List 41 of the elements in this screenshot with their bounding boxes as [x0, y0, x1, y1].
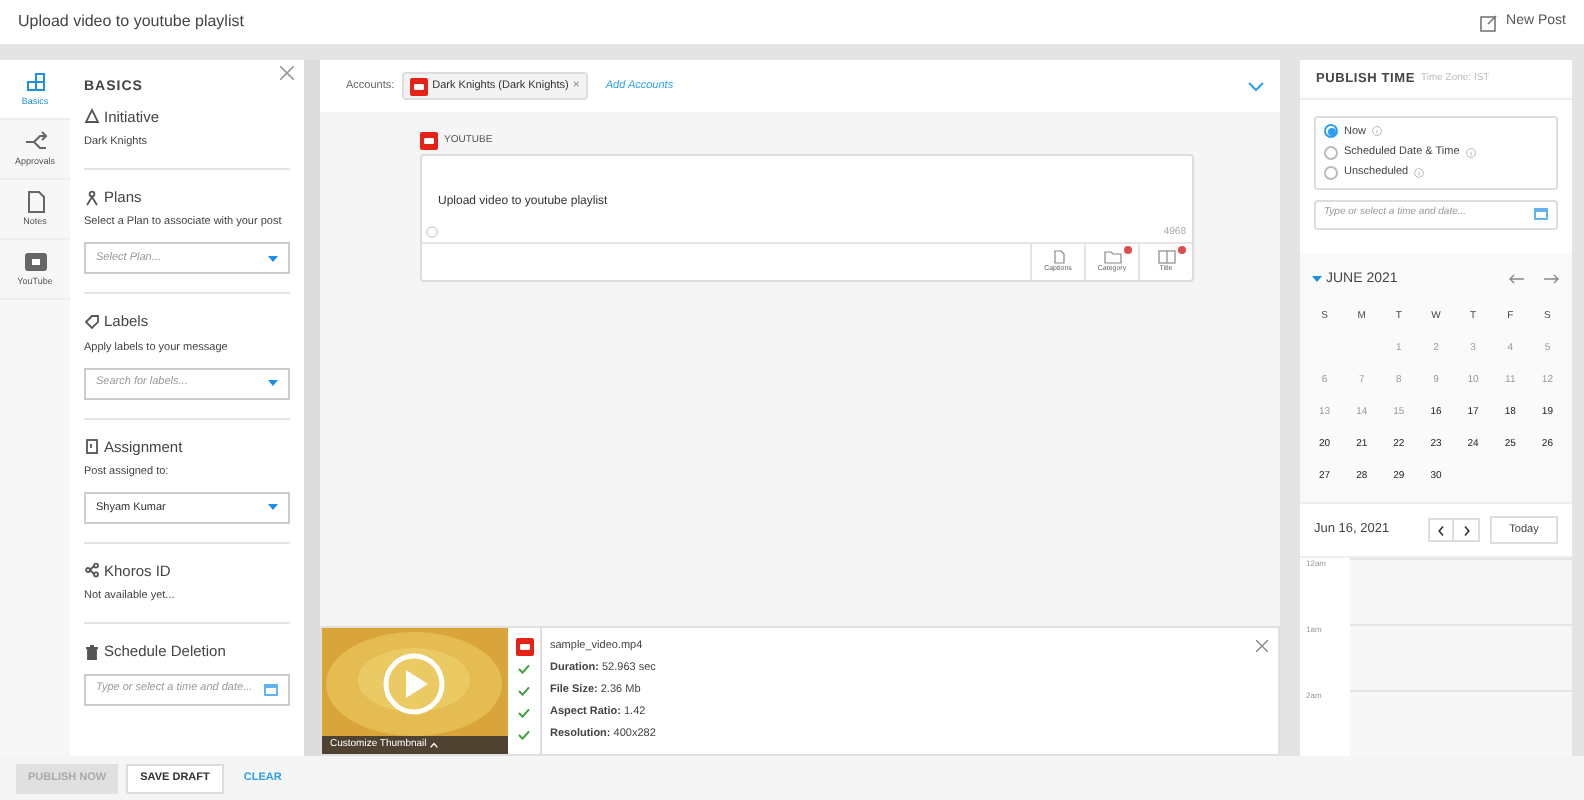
- triangle-icon: [84, 108, 100, 125]
- radio-button[interactable]: [1324, 124, 1338, 139]
- document-icon: [23, 189, 47, 214]
- caret-icon: [268, 380, 278, 386]
- calendar-icon: [1534, 208, 1548, 220]
- video-logo-icon: [515, 637, 533, 655]
- caret-icon: [268, 255, 278, 262]
- clipboard-icon: [84, 438, 100, 455]
- arrow-right-icon[interactable]: [1544, 274, 1560, 285]
- chevron-right-icon: [1463, 525, 1469, 535]
- grid-icon: [23, 69, 47, 94]
- book-icon: [1157, 249, 1175, 264]
- chevron-left-icon: [1438, 525, 1444, 535]
- arrow-left-icon[interactable]: [1508, 274, 1524, 285]
- video-logo-icon: [420, 132, 438, 150]
- info-icon: [1465, 147, 1476, 158]
- next-button[interactable]: [1454, 518, 1480, 542]
- person-icon: [84, 189, 100, 206]
- tag-icon: [84, 313, 100, 330]
- chevron-down-icon[interactable]: [1248, 81, 1264, 91]
- file-icon: [1049, 249, 1067, 264]
- info-icon: [1372, 126, 1383, 137]
- branch-icon: [23, 129, 47, 154]
- share-icon: [84, 562, 100, 579]
- trash-icon: [84, 643, 100, 660]
- radio-button[interactable]: [1324, 145, 1338, 160]
- close-icon[interactable]: [280, 66, 294, 80]
- video-logo-icon: [410, 77, 429, 95]
- caret-icon: [268, 504, 278, 511]
- radio-button[interactable]: [1324, 165, 1338, 180]
- edit-icon: [1480, 13, 1499, 31]
- close-icon[interactable]: [1256, 640, 1268, 652]
- caret-icon: [1312, 276, 1322, 283]
- post-title: Upload video to youtube playlist: [18, 10, 244, 34]
- info-icon: [1414, 167, 1425, 178]
- emoji-icon[interactable]: [426, 226, 438, 238]
- chevron-up-icon: [430, 742, 439, 748]
- previous-button[interactable]: [1428, 518, 1454, 542]
- video-icon: [23, 249, 47, 274]
- folder-icon: [1103, 249, 1121, 264]
- calendar-icon: [264, 683, 278, 695]
